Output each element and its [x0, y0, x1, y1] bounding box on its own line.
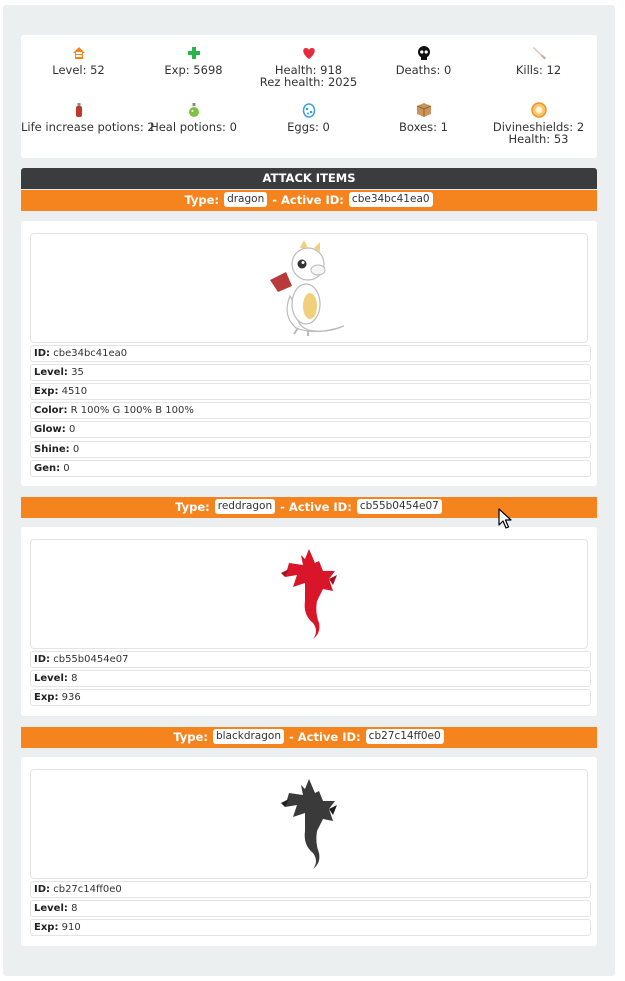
- detail-row-level: Level: 8: [30, 670, 591, 687]
- active-id-label: - Active ID:: [272, 193, 344, 207]
- stat-shield-health-text: Health: 53: [508, 132, 569, 146]
- detail-row-exp: Exp: 910: [30, 919, 591, 936]
- skull-icon: [366, 44, 481, 62]
- stat-life-potions: Life increase potions: 2: [21, 101, 155, 134]
- active-id-label: - Active ID:: [289, 730, 361, 744]
- stat-kills: Kills: 12: [481, 44, 596, 76]
- type-badge: reddragon: [214, 499, 276, 514]
- detail-row-shine: Shine: 0: [30, 441, 591, 458]
- dragon-image-box: [30, 769, 588, 879]
- stat-boxes-text: Boxes: 1: [399, 120, 448, 134]
- stat-heal-potions-text: Heal potions: 0: [150, 120, 237, 134]
- item-type-bar: Type: blackdragon - Active ID: cb27c14ff…: [21, 727, 597, 748]
- active-id-badge: cb55b0454e07: [356, 499, 442, 514]
- sword-icon: [481, 44, 596, 62]
- stat-deaths: Deaths: 0: [366, 44, 481, 76]
- detail-row-color: Color: R 100% G 100% B 100%: [30, 402, 591, 419]
- egg-icon: [251, 101, 366, 119]
- level-icon: [21, 44, 136, 62]
- detail-row-id: ID: cb55b0454e07: [30, 651, 591, 668]
- stat-exp-text: Exp: 5698: [164, 63, 223, 77]
- detail-row-glow: Glow: 0: [30, 421, 591, 438]
- type-label: Type:: [175, 500, 210, 514]
- box-icon: [366, 101, 481, 119]
- detail-row-exp: Exp: 936: [30, 689, 591, 706]
- type-label: Type:: [184, 193, 220, 207]
- item-card: ID: cbe34bc41ea0 Level: 35 Exp: 4510 Col…: [21, 221, 597, 486]
- detail-row-level: Level: 35: [30, 364, 591, 381]
- red-dragon-image: [281, 549, 337, 639]
- type-badge: dragon: [224, 192, 268, 207]
- detail-row-id: ID: cbe34bc41ea0: [30, 345, 591, 362]
- type-label: Type:: [173, 730, 208, 744]
- player-stats-panel: Level: 52 Exp: 5698 Health: 918 Rez heal…: [21, 35, 597, 158]
- attack-items-header: ATTACK ITEMS: [21, 168, 597, 189]
- stat-life-potions-text: Life increase potions: 2: [21, 120, 155, 134]
- stat-health: Health: 918 Rez health: 2025: [251, 44, 366, 88]
- detail-row-id: ID: cb27c14ff0e0: [30, 881, 591, 898]
- item-card: ID: cb55b0454e07 Level: 8 Exp: 936: [21, 527, 597, 716]
- stat-eggs-text: Eggs: 0: [287, 120, 330, 134]
- heal-potion-icon: [136, 101, 251, 119]
- white-dragon-image: [270, 240, 345, 336]
- active-id-badge: cbe34bc41ea0: [348, 192, 433, 207]
- stat-divineshields: Divineshields: 2 Health: 53: [481, 101, 596, 145]
- stat-exp: Exp: 5698: [136, 44, 251, 76]
- stat-boxes: Boxes: 1: [366, 101, 481, 133]
- item-card: ID: cb27c14ff0e0 Level: 8 Exp: 910: [21, 757, 597, 946]
- dragon-image-box: [30, 539, 588, 649]
- stat-level: Level: 52: [21, 44, 136, 76]
- stat-eggs: Eggs: 0: [251, 101, 366, 133]
- stat-level-text: Level: 52: [52, 63, 105, 77]
- item-type-bar: Type: dragon - Active ID: cbe34bc41ea0: [21, 190, 597, 211]
- mouse-cursor-icon: [498, 508, 512, 529]
- heart-icon: [251, 44, 366, 62]
- black-dragon-image: [281, 779, 337, 869]
- active-id-badge: cb27c14ff0e0: [365, 729, 444, 744]
- detail-row-level: Level: 8: [30, 900, 591, 917]
- exp-icon: [136, 44, 251, 62]
- stat-heal-potions: Heal potions: 0: [136, 101, 251, 133]
- type-badge: blackdragon: [212, 729, 284, 744]
- detail-row-exp: Exp: 4510: [30, 383, 591, 400]
- detail-row-gen: Gen: 0: [30, 460, 591, 477]
- active-id-label: - Active ID:: [280, 500, 352, 514]
- stat-kills-text: Kills: 12: [515, 63, 562, 77]
- life-potion-icon: [21, 101, 136, 119]
- shield-icon: [481, 101, 596, 119]
- dragon-image-box: [30, 233, 588, 343]
- stat-rez-health-text: Rez health: 2025: [259, 75, 358, 89]
- stat-deaths-text: Deaths: 0: [395, 63, 452, 77]
